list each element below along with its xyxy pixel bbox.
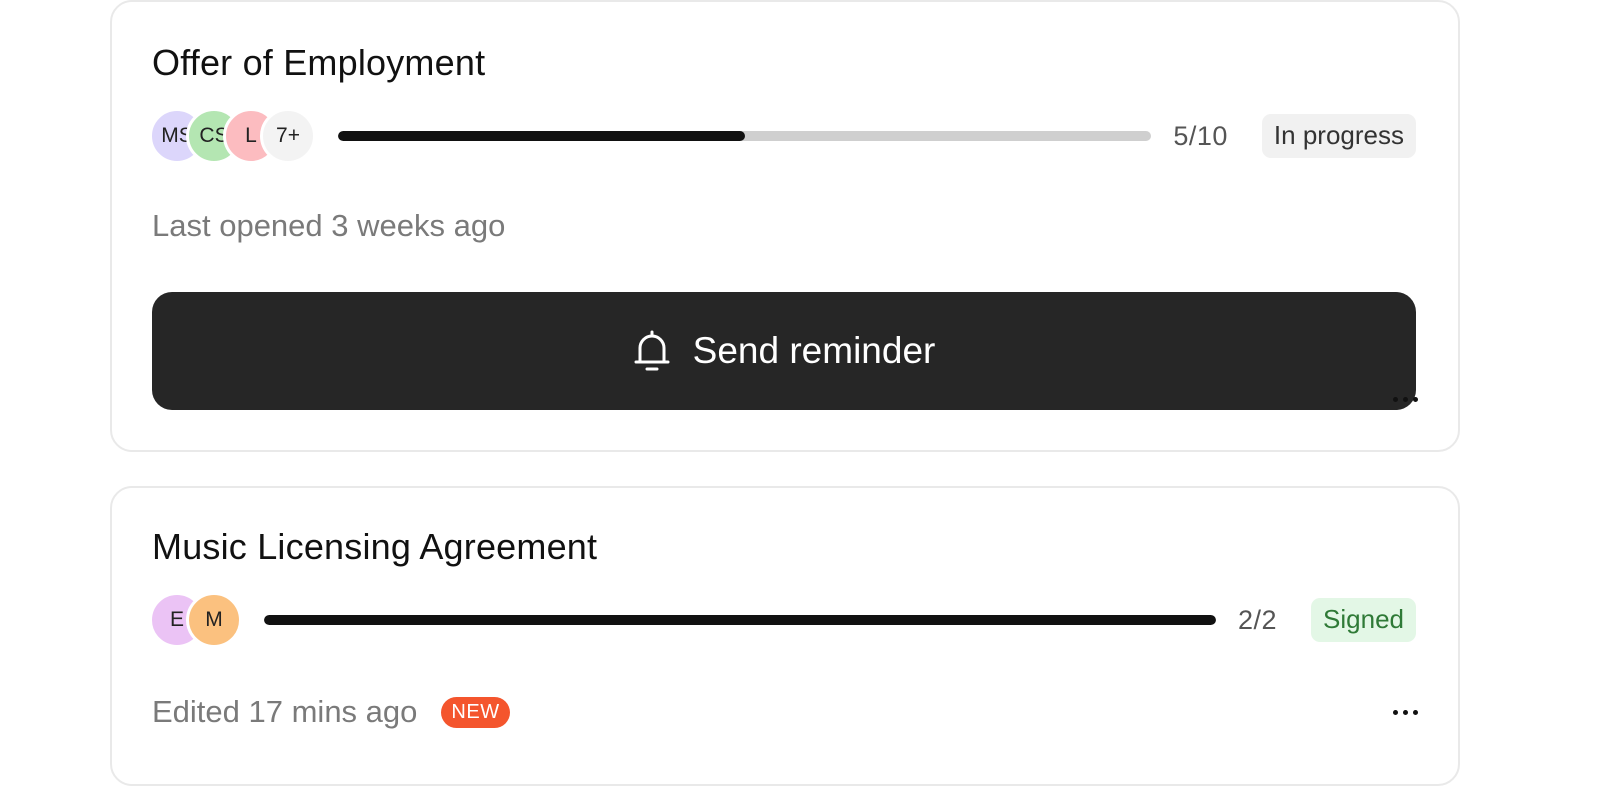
document-title: Offer of Employment [152,42,486,83]
progress-fill [338,131,745,141]
bell-icon [633,329,671,373]
avatar-group[interactable]: MS CS L 7+ [149,108,316,164]
avatar: M [186,592,242,648]
signers-row: E M 2/2 Signed [149,592,1416,648]
signing-progress-bar [338,131,1152,141]
last-activity-text: Last opened 3 weeks ago [152,208,506,243]
signed-count: 2/2 [1237,604,1278,635]
avatar-overflow-count: 7+ [260,108,316,164]
last-activity: Edited 17 mins ago NEW [152,694,510,730]
send-reminder-button[interactable]: Send reminder [152,292,1416,410]
signing-progress-bar [264,615,1216,625]
new-badge: NEW [441,696,510,728]
status-badge: Signed [1311,598,1416,642]
send-reminder-label: Send reminder [692,330,936,371]
more-options-icon[interactable] [1393,397,1418,402]
document-card[interactable]: Music Licensing Agreement E M 2/2 Signed… [110,486,1460,786]
document-title: Music Licensing Agreement [152,526,598,567]
signed-count: 5/10 [1173,120,1228,151]
status-badge: In progress [1261,114,1416,158]
more-options-icon[interactable] [1393,710,1418,715]
avatar-group[interactable]: E M [149,592,242,648]
last-activity: Last opened 3 weeks ago [152,208,505,244]
progress-fill [264,615,1216,625]
document-card[interactable]: Offer of Employment MS CS L 7+ 5/10 In p… [110,0,1460,452]
signers-row: MS CS L 7+ 5/10 In progress [149,108,1416,164]
last-activity-text: Edited 17 mins ago [152,694,418,729]
